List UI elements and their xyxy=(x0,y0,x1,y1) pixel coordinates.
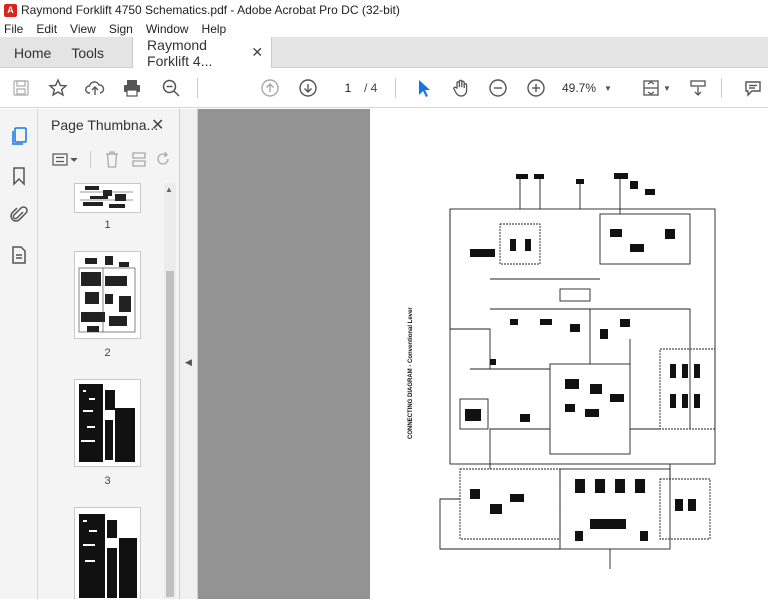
thumbnail-scrollbar[interactable]: ▲ xyxy=(164,183,176,599)
menu-window[interactable]: Window xyxy=(146,22,189,36)
zoom-search-icon[interactable] xyxy=(160,77,182,99)
fit-page-icon[interactable] xyxy=(640,77,662,99)
close-icon[interactable]: ✕ xyxy=(151,115,164,135)
fit-dropdown-caret-icon[interactable]: ▼ xyxy=(663,84,671,93)
page-extract-icon[interactable] xyxy=(131,151,147,168)
toolbar-separator xyxy=(197,78,198,98)
document-viewport[interactable]: CONNECTING DIAGRAM - Conventional Lever xyxy=(198,109,768,599)
zoom-select[interactable]: 49.7% ▼ xyxy=(562,78,622,98)
title-bar: A Raymond Forklift 4750 Schematics.pdf -… xyxy=(0,0,768,20)
schematic-diagram xyxy=(439,173,716,569)
cloud-upload-icon[interactable] xyxy=(84,77,106,99)
arrow-down-circle-icon[interactable] xyxy=(297,77,319,99)
hand-icon[interactable] xyxy=(450,77,472,99)
thumbnail-label: 1 xyxy=(104,219,111,231)
tab-document[interactable]: Raymond Forklift 4... ✕ xyxy=(132,36,273,69)
printer-icon[interactable] xyxy=(121,77,143,99)
thumbnail-label: 2 xyxy=(104,347,111,359)
panel-collapse-strip[interactable]: ◀ xyxy=(180,109,198,599)
page-thumbnail-4[interactable] xyxy=(74,507,141,599)
trash-icon[interactable] xyxy=(104,151,120,168)
cursor-arrow-icon[interactable] xyxy=(413,77,435,99)
page-thumbnail-3[interactable] xyxy=(74,379,141,467)
menu-help[interactable]: Help xyxy=(202,22,227,36)
left-rail xyxy=(0,109,38,599)
toolbar-separator xyxy=(395,78,396,98)
paperclip-icon[interactable] xyxy=(9,205,29,225)
scroll-up-icon[interactable]: ▲ xyxy=(165,185,173,194)
rotate-icon[interactable] xyxy=(156,151,172,168)
chevron-down-icon: ▼ xyxy=(604,83,612,93)
tab-bar: Home Tools Raymond Forklift 4... ✕ xyxy=(0,36,768,69)
menu-bar: File Edit View Sign Window Help xyxy=(0,20,768,37)
page-thumbnail-2[interactable] xyxy=(74,251,141,339)
tab-document-label: Raymond Forklift 4... xyxy=(147,36,213,69)
plus-circle-icon[interactable] xyxy=(525,77,547,99)
scroll-mode-icon[interactable] xyxy=(687,77,709,99)
toolbar-separator xyxy=(90,151,91,168)
document-properties-icon[interactable] xyxy=(9,245,29,265)
menu-view[interactable]: View xyxy=(70,22,96,36)
menu-edit[interactable]: Edit xyxy=(36,22,57,36)
star-icon[interactable] xyxy=(47,77,69,99)
arrow-up-circle-icon[interactable] xyxy=(259,77,281,99)
tab-tools[interactable]: Tools xyxy=(65,37,118,68)
panel-title: Page Thumbna... xyxy=(51,117,159,133)
page-thumbnails-icon[interactable] xyxy=(9,126,29,146)
page-total: / 4 xyxy=(364,81,378,95)
page-number-input[interactable] xyxy=(336,78,360,98)
bookmark-icon[interactable] xyxy=(9,166,29,186)
thumbnails-panel: Page Thumbna... ✕ 1 2 3 4 ▲ xyxy=(38,109,180,599)
acrobat-logo-icon: A xyxy=(4,3,17,17)
page-thumbnail-1[interactable] xyxy=(74,183,141,213)
collapse-left-icon[interactable]: ◀ xyxy=(185,357,192,368)
scrollbar-thumb[interactable] xyxy=(166,271,174,597)
toolbar-separator xyxy=(721,78,722,98)
main-toolbar: ▼ xyxy=(0,68,768,108)
thumbnail-toolbar xyxy=(38,147,180,173)
options-menu-icon[interactable] xyxy=(52,153,80,167)
pdf-page: CONNECTING DIAGRAM - Conventional Lever xyxy=(370,109,768,599)
diagram-caption: CONNECTING DIAGRAM - Conventional Lever xyxy=(408,307,414,439)
window-title: Raymond Forklift 4750 Schematics.pdf - A… xyxy=(21,3,400,17)
minus-circle-icon[interactable] xyxy=(487,77,509,99)
menu-file[interactable]: File xyxy=(4,22,23,36)
zoom-value: 49.7% xyxy=(562,81,597,95)
tab-home[interactable]: Home xyxy=(0,37,65,68)
thumbnail-label: 3 xyxy=(104,475,111,487)
comment-icon[interactable] xyxy=(742,77,764,99)
save-icon[interactable] xyxy=(10,77,32,99)
menu-sign[interactable]: Sign xyxy=(109,22,133,36)
tab-close-icon[interactable]: ✕ xyxy=(251,44,263,61)
